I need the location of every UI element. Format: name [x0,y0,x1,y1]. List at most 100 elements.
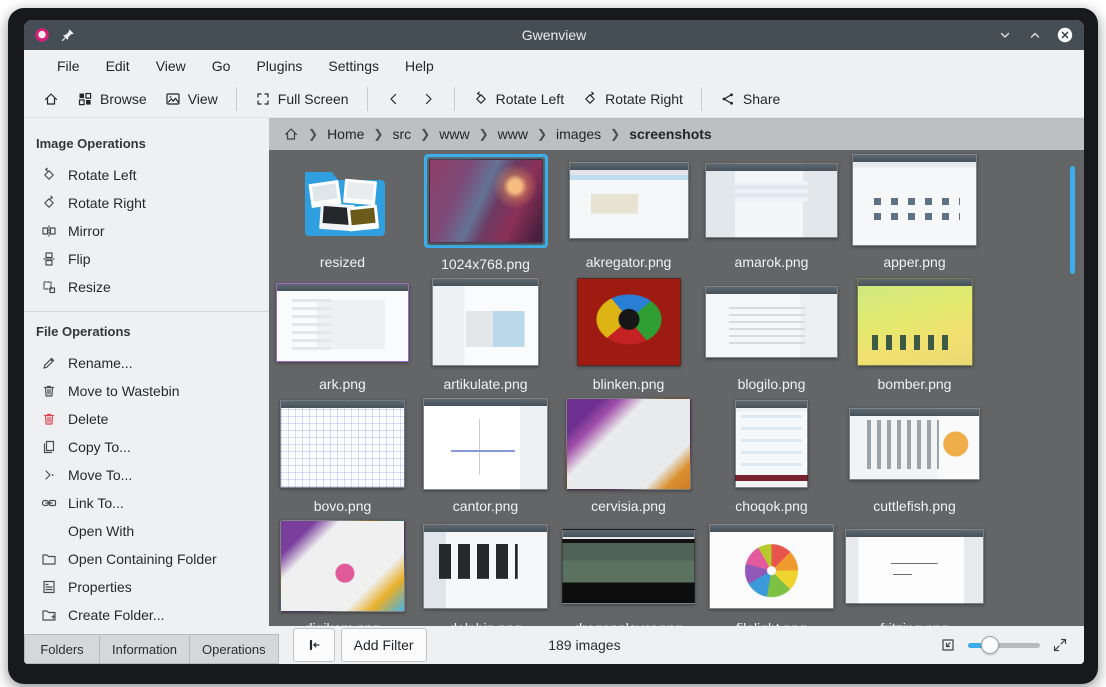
toolbar-button[interactable] [411,85,445,113]
menu-item[interactable]: Edit [95,53,141,79]
thumbnail-cell[interactable]: filelight.png [700,516,843,626]
sidebar-item[interactable]: Move to Wastebin [24,377,269,405]
flip-icon [40,251,58,267]
thumbnail-label: cantor.png [453,496,518,516]
collapse-filter-button[interactable] [293,628,335,662]
rotate-left-icon [473,91,489,107]
menu-item[interactable]: Go [201,53,242,79]
menu-item[interactable]: File [46,53,91,79]
sidebar-item[interactable]: Move To... [24,461,269,489]
pin-icon[interactable] [60,27,76,43]
thumbnail-preview [577,278,681,366]
thumbnail-cell[interactable]: bomber.png [843,272,986,394]
toolbar-button[interactable]: Full Screen [246,85,358,113]
titlebar[interactable]: Gwenview [24,20,1084,50]
add-filter-button[interactable]: Add Filter [341,628,427,662]
sidebar-item[interactable]: Mirror [24,217,269,245]
sidebar-tab[interactable]: Information [99,634,189,664]
thumbnail-cell[interactable]: fritzing.png [843,516,986,626]
thumbnail-preview [300,160,386,240]
toolbar-button[interactable]: View [156,85,227,113]
thumbnail-cell[interactable]: cantor.png [414,394,557,516]
toolbar-button-label: Rotate Right [605,91,683,107]
sidebar-item-label: Copy To... [68,439,131,455]
toolbar: Browse View Full Screen Rotate Left [24,81,1084,118]
sidebar-item[interactable]: Copy To... [24,433,269,461]
breadcrumb-separator-icon: ❯ [479,127,489,141]
minimize-button[interactable] [996,26,1014,44]
thumbnail-cell[interactable]: ark.png [271,272,414,394]
thumbnail-preview [852,154,977,246]
maximize-button[interactable] [1026,26,1044,44]
thumbnail-size-slider[interactable] [968,636,1040,654]
thumbnail-cell[interactable]: resized [271,150,414,272]
thumbnail-label: 1024x768.png [441,254,530,272]
menu-item[interactable]: Help [394,53,445,79]
thumbnail-cell[interactable]: dragonplayer.png [557,516,700,626]
thumbnail-cell[interactable]: artikulate.png [414,272,557,394]
thumbnail-cell[interactable]: blinken.png [557,272,700,394]
sidebar-tab[interactable]: Folders [24,634,99,664]
sidebar-item[interactable]: Resize [24,273,269,301]
thumbnail-cell[interactable]: cervisia.png [557,394,700,516]
thumbnail-cell[interactable]: amarok.png [700,150,843,272]
gwenview-window: Gwenview FileEditViewGoPluginsSettingsHe… [24,20,1084,664]
sidebar-item-label: Delete [68,411,108,427]
breadcrumb-segment[interactable]: www [439,126,469,142]
breadcrumb-segment[interactable]: images [556,126,601,142]
breadcrumb-segment[interactable]: src [392,126,411,142]
thumbnail-cell[interactable]: akregator.png [557,150,700,272]
toolbar-button[interactable]: Share [711,85,789,113]
sidebar-tab[interactable]: Operations [189,634,279,664]
thumbnail-zoom-in-icon[interactable] [1052,637,1068,653]
toolbar-separator [454,87,455,111]
thumbnail-preview [429,159,543,243]
sidebar-item[interactable]: Rotate Left [24,161,269,189]
toolbar-button[interactable] [34,85,68,113]
thumbnail-cell[interactable]: choqok.png [700,394,843,516]
toolbar-button-label: View [188,91,218,107]
sidebar-item[interactable]: Link To... [24,489,269,517]
sidebar-item-label: Move To... [68,467,132,483]
sidebar-item[interactable]: Open Containing Folder [24,545,269,573]
thumbnail-cell[interactable]: cuttlefish.png [843,394,986,516]
sidebar-item[interactable]: Delete [24,405,269,433]
toolbar-button-label: Full Screen [278,91,349,107]
thumbnail-cell[interactable]: digikam.png [271,516,414,626]
thumbnail-label: fritzing.png [880,618,948,626]
breadcrumb-segment[interactable]: screenshots [629,126,711,142]
sidebar-item[interactable]: Rename... [24,349,269,377]
close-button[interactable] [1056,26,1074,44]
sidebar-item[interactable]: Open With [24,517,269,545]
thumbnail-cell[interactable]: bovo.png [271,394,414,516]
window-frame: Gwenview FileEditViewGoPluginsSettingsHe… [8,8,1098,684]
rotate-left-icon [40,167,58,183]
thumbnail-preview [562,529,695,604]
rotate-right-icon [40,195,58,211]
sidebar-item[interactable]: Rotate Right [24,189,269,217]
sidebar-item[interactable]: Properties [24,573,269,601]
toolbar-button[interactable]: Rotate Right [573,85,692,113]
sidebar-item[interactable]: Flip [24,245,269,273]
thumbnail-cell[interactable]: blogilo.png [700,272,843,394]
menu-item[interactable]: Plugins [245,53,313,79]
toolbar-button[interactable]: Rotate Left [464,85,574,113]
menu-item[interactable]: Settings [317,53,390,79]
breadcrumb-segment[interactable]: Home [327,126,364,142]
thumbnail-cell[interactable]: 1024x768.png [414,150,557,272]
breadcrumb-segment[interactable]: www [498,126,528,142]
toolbar-button[interactable] [377,85,411,113]
thumbnail-cell[interactable]: apper.png [843,150,986,272]
toolbar-button[interactable]: Browse [68,85,156,113]
thumbnail-zoom-out-icon[interactable] [940,637,956,653]
thumbnail-label: artikulate.png [443,374,527,394]
thumbnail-label: apper.png [883,252,945,272]
create-folder-icon [40,607,58,623]
thumbnail-cell[interactable]: dolphin.png [414,516,557,626]
breadcrumb-home-icon[interactable] [283,126,299,142]
vertical-scrollbar[interactable] [1070,166,1075,274]
menu-item[interactable]: View [145,53,197,79]
sidebar-item[interactable]: Create Folder... [24,601,269,626]
zoom-slider-handle[interactable] [981,636,999,654]
sidebar-item-label: Properties [68,579,132,595]
